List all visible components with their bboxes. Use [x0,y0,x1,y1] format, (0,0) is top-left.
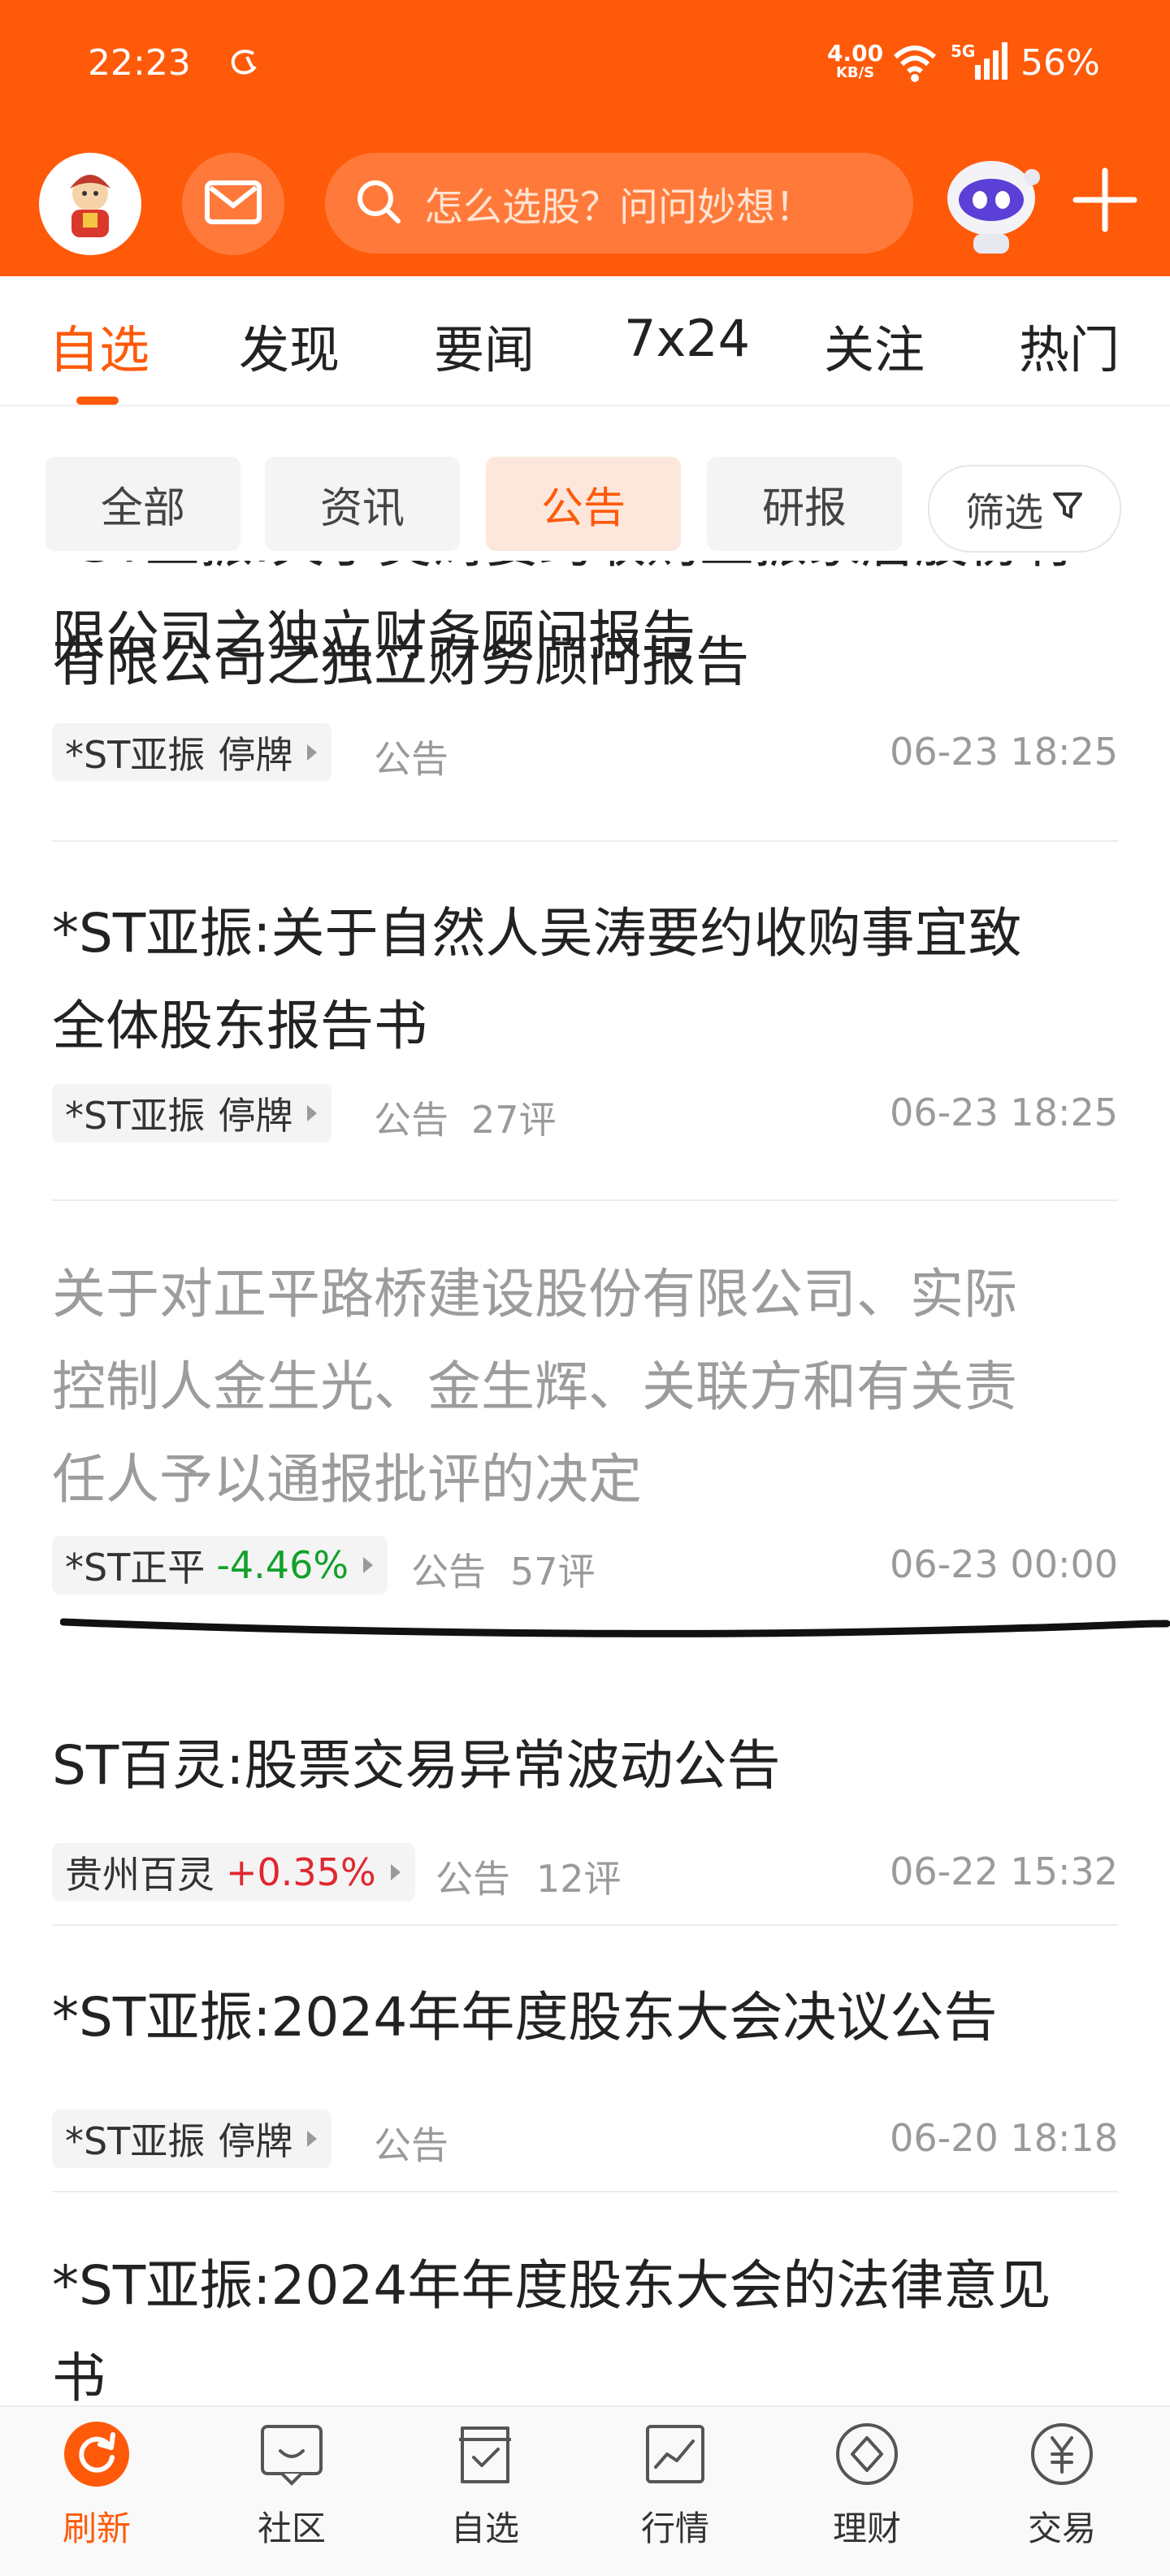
feed-item-title[interactable]: 有限公司之独立财务顾问报告 [52,616,1124,709]
chip-announcements[interactable]: 公告 [486,457,681,551]
refresh-icon [64,2422,129,2487]
feed-divider [52,840,1118,842]
trade-icon [1029,2422,1094,2487]
chip-news[interactable]: 资讯 [265,457,460,551]
user-avatar[interactable] [39,153,141,255]
arrow-right-icon [363,1557,374,1573]
ai-assistant-robot-icon[interactable] [934,145,1048,258]
feed-item-title[interactable]: 关于对正平路桥建设股份有限公司、实际 控制人金生光、金生辉、关联方和有关责 任人予以… [52,1248,1124,1526]
feed-item-title[interactable]: *ST亚振:2024年年度股东大会决议公告 [52,1971,1124,2064]
wifi-icon [892,44,938,86]
nav-refresh[interactable]: 刷新 [36,2422,158,2551]
item-time: 06-23 18:25 [890,1091,1118,1134]
item-type: 公告 [374,737,448,781]
feed-item-title[interactable]: *ST亚振:关于自然人吴涛要约收购事宜致 全体股东报告书 [52,887,1124,1073]
search-bar[interactable]: 怎么选股？问问妙想！ [325,153,913,254]
item-time: 06-23 00:00 [890,1542,1118,1586]
filter-button[interactable]: 筛选 [928,465,1121,553]
arrow-right-icon [307,2131,318,2147]
nav-label: 行情 [640,2509,709,2548]
add-button[interactable] [1064,159,1146,241]
stock-tag[interactable]: *ST亚振 停牌 [52,2110,332,2168]
market-icon [643,2422,708,2487]
tab-divider [0,405,1170,406]
nav-label: 交易 [1027,2509,1096,2548]
nav-label: 刷新 [62,2509,131,2548]
stock-tag[interactable]: *ST亚振 停牌 [52,723,332,782]
tab-7x24[interactable]: 7x24 [624,309,750,368]
stock-name: *ST亚振 [65,1094,206,1138]
nav-market[interactable]: 行情 [614,2422,736,2551]
mail-icon [204,180,262,228]
feed-divider [52,2191,1118,2192]
tab-watchlist[interactable]: 自选 [49,309,150,382]
messages-button[interactable] [182,153,284,255]
funnel-icon [1051,486,1084,531]
plus-icon [1064,167,1146,244]
tab-follow[interactable]: 关注 [824,309,925,382]
tab-headlines[interactable]: 要闻 [434,309,535,382]
ink-annotation-stroke [59,1612,1170,1648]
bottom-navigation [0,2405,1170,2576]
stock-name: 贵州百灵 [65,1853,214,1897]
nav-watchlist[interactable]: 自选 [424,2422,546,2551]
feed-item-title[interactable]: *ST亚振:2024年年度股东大会的法律意见书 [52,2240,1124,2405]
nav-wealth[interactable]: 理财 [806,2422,928,2551]
nav-community[interactable]: 社区 [231,2422,353,2551]
filter-label: 筛选 [964,490,1043,536]
item-comments: 57评 [510,1550,596,1594]
signal-icon: 5G [951,41,1009,86]
item-type: 公告 [374,2123,448,2167]
battery-level: 56% [1020,42,1100,84]
watchlist-icon [453,2422,518,2487]
search-icon [354,177,403,229]
signal-label: 5G [951,41,975,61]
feed-item-title[interactable]: ST百灵:股票交易异常波动公告 [52,1720,1124,1812]
active-tab-indicator [76,397,119,405]
stock-tag[interactable]: 贵州百灵 +0.35% [52,1843,415,1902]
item-comments: 27评 [471,1098,557,1142]
item-time: 06-20 18:18 [890,2116,1118,2160]
nav-label: 理财 [832,2509,901,2548]
announcement-feed[interactable]: *ST亚振:关于吴涛要约收购亚振家居股份有限公司之独立财务顾问报告 有限公司之独… [0,561,1170,2405]
stock-change: -4.46% [216,1543,349,1587]
chip-all[interactable]: 全部 [46,457,240,551]
arrow-right-icon [307,1105,318,1121]
stock-tag[interactable]: *ST正平 -4.46% [52,1536,388,1594]
wealth-icon [834,2422,899,2487]
chip-research[interactable]: 研报 [707,457,902,551]
search-placeholder: 怎么选股？问问妙想！ [424,184,815,230]
tab-discover[interactable]: 发现 [239,309,340,382]
item-type: 公告 [411,1550,486,1594]
app-notification-icon [226,46,262,81]
arrow-right-icon [390,1864,401,1880]
item-type: 公告 [374,1098,448,1142]
tab-hot[interactable]: 热门 [1019,309,1120,382]
feed-divider [52,1924,1118,1926]
stock-status: 停牌 [218,733,293,777]
feed-divider [52,1199,1118,1201]
stock-name: *ST亚振 [65,733,206,777]
stock-change: +0.35% [226,1850,376,1894]
arrow-right-icon [307,744,318,761]
stock-status: 停牌 [218,2119,293,2163]
item-comments: 12评 [536,1857,622,1901]
community-icon [259,2422,324,2487]
stock-name: *ST正平 [65,1546,206,1589]
nav-label: 社区 [257,2509,326,2548]
nav-trade[interactable]: 交易 [1001,2422,1123,2551]
stock-status: 停牌 [218,1094,293,1138]
stock-tag[interactable]: *ST亚振 停牌 [52,1084,332,1143]
nav-label: 自选 [450,2509,519,2548]
item-type: 公告 [436,1857,510,1901]
network-speed: 4.00 KB/S [827,40,884,82]
item-time: 06-22 15:32 [890,1850,1118,1893]
stock-name: *ST亚振 [65,2119,206,2163]
item-time: 06-23 18:25 [890,730,1118,774]
status-time: 22:23 [88,42,191,84]
